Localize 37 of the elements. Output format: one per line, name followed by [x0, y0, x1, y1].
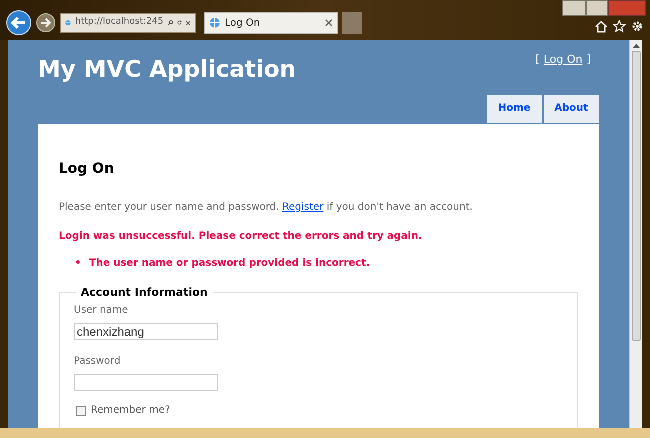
address-bar[interactable]: http://localhost:245: [60, 13, 196, 33]
home-icon[interactable]: [595, 20, 608, 33]
settings-icon[interactable]: [631, 20, 644, 33]
register-link[interactable]: Register: [282, 202, 324, 212]
input-field[interactable]: chenxizhang: [74, 323, 218, 340]
search-icon[interactable]: [168, 18, 173, 28]
star-icon[interactable]: [613, 20, 626, 33]
menu-tab[interactable]: About: [544, 94, 599, 122]
field-label: Password: [74, 355, 122, 369]
tab-title: Log On: [225, 16, 262, 30]
bracket-text: [: [536, 52, 540, 66]
scrollbar-thumb[interactable]: [632, 51, 640, 341]
browser-tab[interactable]: Log On: [204, 12, 338, 34]
checkbox-label: Remember me?: [91, 404, 170, 418]
fieldset-legend: Account Information: [76, 284, 213, 301]
bullet: •: [75, 256, 82, 270]
forward-icon[interactable]: [36, 13, 56, 33]
error-item: The user name or password provided is incorrect.: [89, 256, 370, 270]
back-icon[interactable]: [6, 10, 32, 36]
menu-tab[interactable]: Home: [487, 94, 542, 122]
site-title: My MVC Application: [38, 56, 296, 85]
close-icon[interactable]: [325, 19, 333, 27]
log-on-link[interactable]: Log On: [544, 52, 583, 66]
field-label: User name: [74, 304, 130, 318]
caret-icon[interactable]: [632, 43, 640, 48]
globe-icon: [209, 17, 221, 29]
remember-checkbox[interactable]: [76, 406, 86, 416]
intro-text: Please enter your user name and password. Register if you don't have an account.: [59, 200, 474, 214]
close-icon[interactable]: [186, 18, 191, 28]
input-field[interactable]: [74, 374, 218, 391]
minimize-button[interactable]: [562, 0, 586, 16]
scrollbar[interactable]: [629, 40, 642, 428]
page-heading: Log On: [59, 160, 116, 178]
bracket-text: ]: [586, 52, 591, 66]
refresh-icon[interactable]: [176, 18, 182, 28]
address-text: http://localhost:245: [75, 16, 164, 30]
error-summary: Login was unsuccessful. Please correct the errors and try again.: [59, 230, 424, 244]
